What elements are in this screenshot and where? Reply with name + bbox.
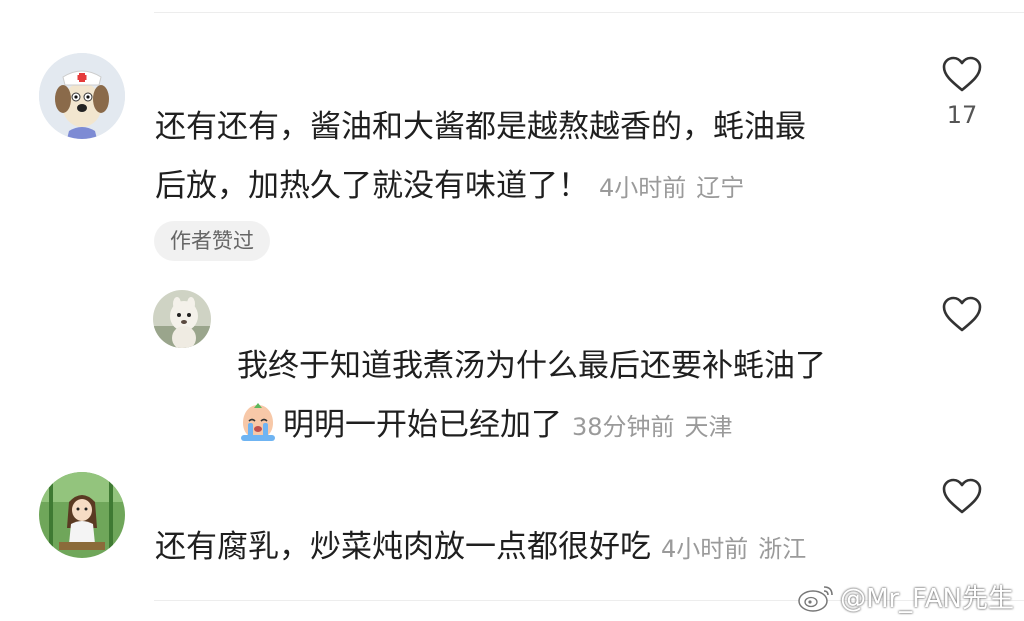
user-avatar[interactable] — [153, 290, 211, 348]
comment-text: 还有还有，酱油和大酱都是越熬越香的，蚝油最 后放，加热久了就没有味道了！ 4小时前… — [155, 98, 915, 218]
comment-meta: 4小时前 浙江 — [661, 535, 806, 563]
comment-line-2: 明明一开始已经加了 38分钟前 天津 — [237, 396, 917, 457]
author-liked-badge: 作者赞过 — [154, 221, 270, 261]
comment-location: 浙江 — [758, 535, 807, 563]
weibo-logo-icon — [798, 585, 833, 612]
comment-meta: 4小时前 辽宁 — [599, 174, 744, 202]
heart-icon — [942, 296, 982, 332]
comment-line-2: 后放，加热久了就没有味道了！ 4小时前 辽宁 — [155, 157, 915, 218]
comment-text: 我终于知道我煮汤为什么最后还要补蚝油了 明明一开始已经加了 38分钟前 天津 — [237, 337, 917, 457]
comment-line-1-text: 还有腐乳，炒菜炖肉放一点都很好吃 — [155, 529, 651, 565]
alpaca-avatar — [153, 290, 211, 348]
like-button[interactable] — [932, 295, 992, 333]
like-count: 17 — [946, 101, 978, 129]
top-divider — [154, 12, 1024, 13]
comment-text: 还有腐乳，炒菜炖肉放一点都很好吃 4小时前 浙江 — [155, 518, 915, 579]
user-avatar[interactable] — [39, 472, 125, 558]
user-avatar[interactable] — [39, 53, 125, 139]
comment-meta: 38分钟前 天津 — [572, 413, 733, 441]
comment-line-1: 还有还有，酱油和大酱都是越熬越香的，蚝油最 — [155, 109, 806, 145]
heart-icon — [942, 478, 982, 514]
like-button[interactable] — [932, 477, 992, 515]
watermark-text: @Mr_FAN先生 — [840, 584, 1014, 614]
cartoon-dog-nurse-avatar — [39, 53, 125, 139]
comment-line-2-text: 明明一开始已经加了 — [283, 407, 562, 443]
comment-line-1: 还有腐乳，炒菜炖肉放一点都很好吃 4小时前 浙江 — [155, 518, 915, 579]
comment-line-2-text: 后放，加热久了就没有味道了！ — [155, 168, 589, 204]
comment-time: 38分钟前 — [572, 413, 675, 441]
comment-location: 辽宁 — [696, 174, 745, 202]
comment-time: 4小时前 — [599, 174, 687, 202]
watermark: @Mr_FAN先生 — [796, 578, 1014, 615]
comment-line-1: 我终于知道我煮汤为什么最后还要补蚝油了 — [237, 348, 826, 384]
crying-peach-emoji — [241, 403, 275, 441]
comment-time: 4小时前 — [661, 535, 749, 563]
comment-location: 天津 — [684, 413, 733, 441]
anime-girl-avatar — [39, 472, 125, 558]
heart-icon — [942, 56, 982, 92]
like-button[interactable]: 17 — [932, 55, 992, 129]
